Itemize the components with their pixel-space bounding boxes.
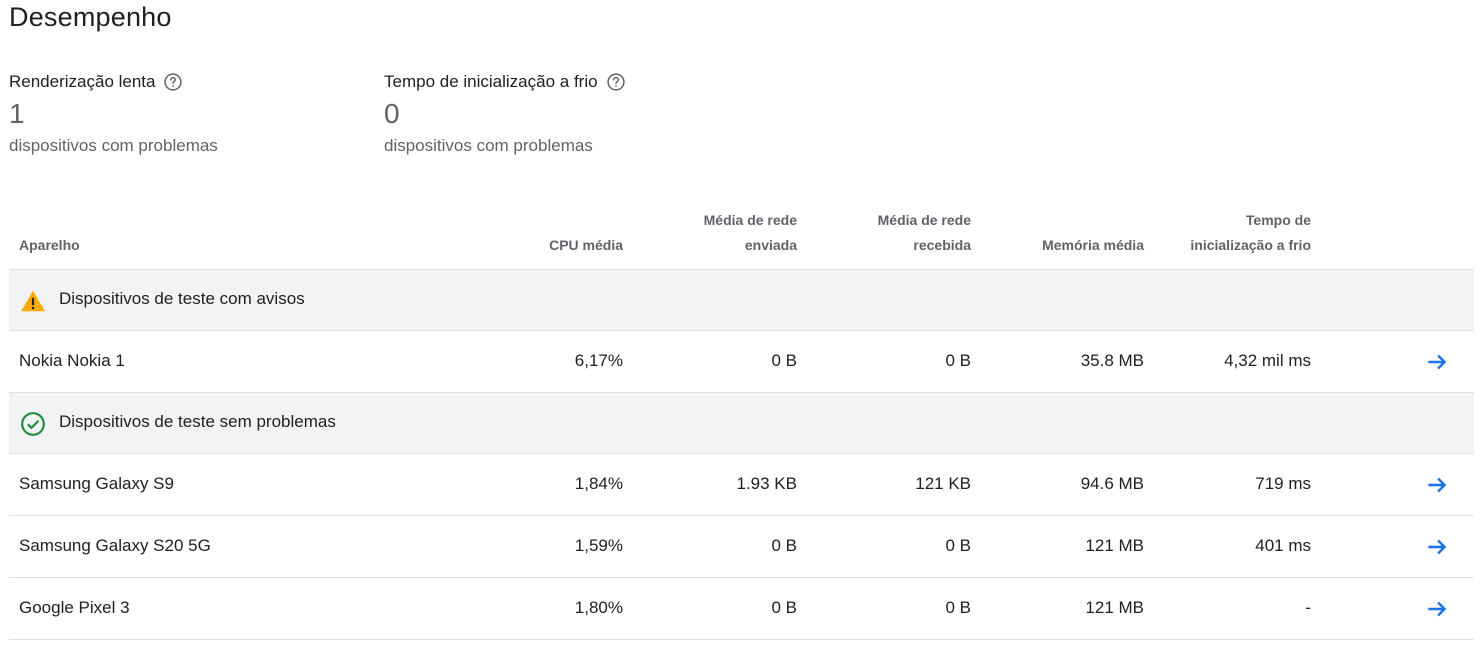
cell-cold-start: 401 ms xyxy=(1255,536,1311,555)
arrow-right-icon[interactable] xyxy=(1424,534,1450,560)
cell-net-sent: 1.93 KB xyxy=(736,474,798,493)
help-icon[interactable] xyxy=(163,72,183,92)
cell-cpu: 6,17% xyxy=(574,351,623,370)
header-cpu: CPU média xyxy=(549,237,623,253)
help-icon[interactable] xyxy=(606,72,626,92)
cell-cold-start: - xyxy=(1305,598,1311,617)
metric-slow-rendering: Renderização lenta 1 dispositivos com pr… xyxy=(9,70,218,156)
table-row[interactable]: Samsung Galaxy S20 5G 1,59% 0 B 0 B 121 … xyxy=(9,516,1474,578)
cell-device: Nokia Nokia 1 xyxy=(19,351,125,370)
cell-memory: 121 MB xyxy=(1085,598,1144,617)
table-row[interactable]: Google Pixel 3 1,80% 0 B 0 B 121 MB - xyxy=(9,578,1474,640)
check-circle-icon xyxy=(21,412,45,436)
metric-subtitle: dispositivos com problemas xyxy=(9,136,218,155)
warning-icon xyxy=(21,290,45,312)
metric-cold-start: Tempo de inicialização a frio 0 disposit… xyxy=(384,70,626,156)
header-memory: Memória média xyxy=(1042,237,1144,253)
metric-label: Tempo de inicialização a frio xyxy=(384,72,598,91)
cell-cpu: 1,80% xyxy=(574,598,623,617)
cell-net-received: 0 B xyxy=(945,536,971,555)
metric-value: 1 xyxy=(9,98,25,129)
metric-subtitle: dispositivos com problemas xyxy=(384,136,593,155)
cell-net-sent: 0 B xyxy=(771,598,797,617)
table-row[interactable]: Samsung Galaxy S9 1,84% 1.93 KB 121 KB 9… xyxy=(9,454,1474,516)
cell-cold-start: 719 ms xyxy=(1255,474,1311,493)
metric-label: Renderização lenta xyxy=(9,72,156,91)
cell-memory: 35.8 MB xyxy=(1080,351,1144,370)
group-header-no-problems: Dispositivos de teste sem problemas xyxy=(9,393,1474,454)
cell-net-received: 0 B xyxy=(945,351,971,370)
cell-net-sent: 0 B xyxy=(771,536,797,555)
cell-cpu: 1,84% xyxy=(574,474,623,493)
arrow-right-icon[interactable] xyxy=(1424,349,1450,375)
performance-table: Aparelho CPU média Média de rede enviada… xyxy=(9,196,1474,640)
page-title: Desempenho xyxy=(9,2,172,32)
table-header: Aparelho CPU média Média de rede enviada… xyxy=(9,196,1474,270)
cell-memory: 94.6 MB xyxy=(1080,474,1144,493)
cell-memory: 121 MB xyxy=(1085,536,1144,555)
header-net-sent: Média de rede enviada xyxy=(703,212,797,253)
group-header-warnings: Dispositivos de teste com avisos xyxy=(9,270,1474,331)
cell-net-received: 121 KB xyxy=(915,474,971,493)
cell-device: Google Pixel 3 xyxy=(19,598,130,617)
header-cold-start: Tempo de inicialização a frio xyxy=(1190,212,1311,253)
metric-value: 0 xyxy=(384,98,400,129)
arrow-right-icon[interactable] xyxy=(1424,472,1450,498)
cell-cpu: 1,59% xyxy=(574,536,623,555)
cell-cold-start: 4,32 mil ms xyxy=(1224,351,1311,370)
cell-device: Samsung Galaxy S20 5G xyxy=(19,536,211,555)
arrow-right-icon[interactable] xyxy=(1424,596,1450,622)
cell-device: Samsung Galaxy S9 xyxy=(19,474,174,493)
table-row[interactable]: Nokia Nokia 1 6,17% 0 B 0 B 35.8 MB 4,32… xyxy=(9,331,1474,393)
group-label: Dispositivos de teste com avisos xyxy=(59,289,305,308)
cell-net-sent: 0 B xyxy=(771,351,797,370)
group-label: Dispositivos de teste sem problemas xyxy=(59,412,336,431)
header-net-received: Média de rede recebida xyxy=(877,212,971,253)
cell-net-received: 0 B xyxy=(945,598,971,617)
header-device: Aparelho xyxy=(19,237,80,253)
